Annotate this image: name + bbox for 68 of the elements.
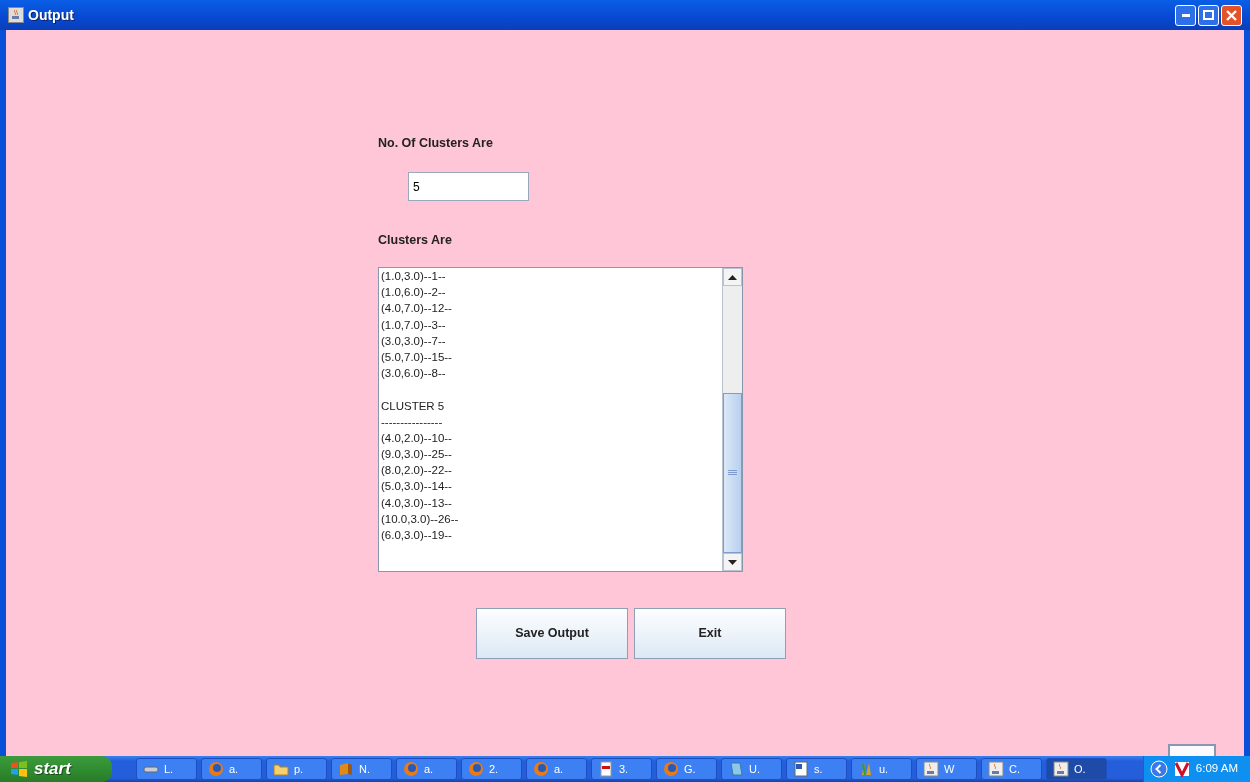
coffee-cup-icon xyxy=(1053,761,1069,777)
box-icon xyxy=(338,761,354,777)
close-button[interactable] xyxy=(1221,4,1242,26)
document-icon xyxy=(598,761,614,777)
taskbar-button[interactable]: a. xyxy=(526,758,587,780)
scrollbar[interactable] xyxy=(722,268,742,571)
taskbar-button[interactable]: 2. xyxy=(461,758,522,780)
taskbar-button[interactable]: p. xyxy=(266,758,327,780)
globe-icon xyxy=(208,761,224,777)
taskbar-button[interactable]: N. xyxy=(331,758,392,780)
coffee-cup-icon xyxy=(923,761,939,777)
taskbar-button[interactable]: a. xyxy=(396,758,457,780)
taskbar-button[interactable]: U. xyxy=(721,758,782,780)
clusters-label: Clusters Are xyxy=(378,232,452,249)
taskbar-button[interactable]: W xyxy=(916,758,977,780)
window-frame-icon xyxy=(1168,744,1216,756)
clusters-count-label: No. Of Clusters Are xyxy=(378,135,493,152)
taskbar-button[interactable]: O. xyxy=(1046,758,1107,780)
taskbar-button[interactable]: 3. xyxy=(591,758,652,780)
output-line: (5.0,3.0)--14-- xyxy=(381,479,452,495)
output-line: (8.0,2.0)--22-- xyxy=(381,463,452,479)
globe-icon xyxy=(403,761,419,777)
maximize-button[interactable] xyxy=(1198,4,1219,26)
scroll-up-button[interactable] xyxy=(723,268,742,286)
output-line: (1.0,3.0)--1-- xyxy=(381,269,446,284)
up-arrow-icon xyxy=(728,274,737,280)
globe-icon xyxy=(663,761,679,777)
globe-icon xyxy=(533,761,549,777)
scroll-down-button[interactable] xyxy=(723,553,742,571)
taskbar-button[interactable]: s. xyxy=(786,758,847,780)
maximize-icon xyxy=(1203,10,1214,20)
taskbar-button[interactable]: a. xyxy=(201,758,262,780)
window-title: Output xyxy=(28,5,74,25)
exit-button[interactable]: Exit xyxy=(634,608,786,659)
coffee-cup-icon xyxy=(988,761,1004,777)
output-line: (5.0,7.0)--15-- xyxy=(381,349,452,365)
down-arrow-icon xyxy=(728,559,737,565)
clusters-count-field[interactable]: 5 xyxy=(408,172,529,201)
windows-logo-icon xyxy=(10,761,28,777)
scroll-thumb[interactable] xyxy=(723,392,742,553)
output-line: (4.0,2.0)--10-- xyxy=(381,430,452,446)
taskbar-button[interactable]: u. xyxy=(851,758,912,780)
notepad-icon xyxy=(728,761,744,777)
folder-icon xyxy=(273,761,289,777)
output-line: (1.0,7.0)--3-- xyxy=(381,317,446,333)
output-line: (4.0,7.0)--12-- xyxy=(381,301,452,317)
output-line: (4.0,3.0)--13-- xyxy=(381,495,452,511)
dashed-rule: ---------------- xyxy=(381,414,443,430)
coffee-cup-icon xyxy=(8,7,24,23)
minimize-icon xyxy=(1181,13,1190,17)
output-line: (3.0,6.0)--8-- xyxy=(381,366,446,382)
output-line: (3.0,3.0)--7-- xyxy=(381,333,446,349)
clock: 6:09 AM xyxy=(1195,761,1238,777)
document-icon xyxy=(793,761,809,777)
output-line: (9.0,3.0)--25-- xyxy=(381,447,452,463)
cluster-heading: CLUSTER 5 xyxy=(381,398,445,414)
taskbar-button[interactable]: G. xyxy=(656,758,717,780)
output-line: (6.0,3.0)--19-- xyxy=(381,528,452,543)
save-output-button[interactable]: Save Output xyxy=(476,608,628,659)
globe-icon xyxy=(468,761,484,777)
start-button[interactable]: start xyxy=(0,756,112,782)
taskbar-button[interactable]: L. xyxy=(136,758,197,780)
output-line: (1.0,6.0)--2-- xyxy=(381,285,446,301)
shield-icon xyxy=(1173,761,1190,777)
minimize-button[interactable] xyxy=(1175,4,1196,26)
taskbar-button[interactable]: C. xyxy=(981,758,1042,780)
output-line: (10.0,3.0)--26-- xyxy=(381,511,459,527)
close-icon xyxy=(1226,9,1237,21)
